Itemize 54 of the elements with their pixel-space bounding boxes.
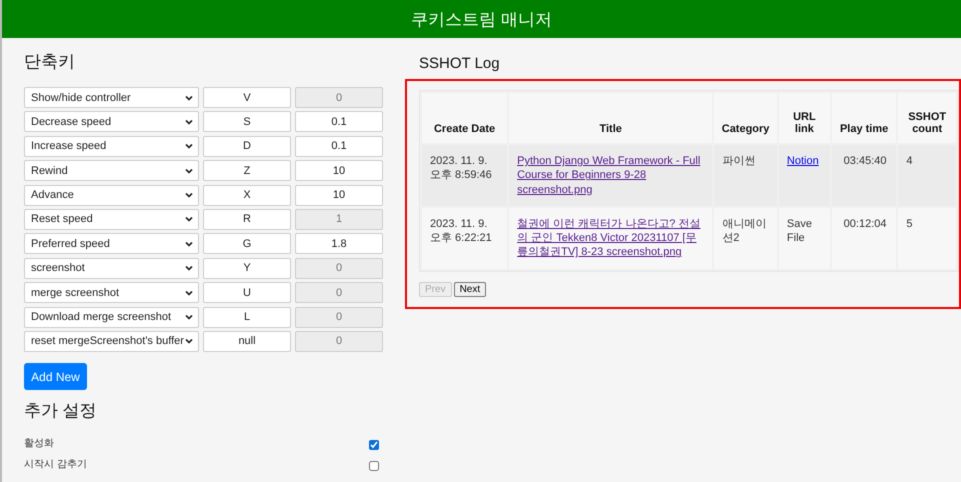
section-title: 추가 설정 — [24, 400, 98, 422]
setting-checkbox[interactable] — [369, 460, 379, 471]
app-title: 쿠키스트림 매니저 — [411, 8, 552, 30]
chevron-icon — [185, 314, 193, 320]
table-cell: Save File — [778, 208, 830, 269]
next-button[interactable]: Next — [454, 282, 486, 297]
table-cell: 애니메이션2 — [714, 208, 777, 269]
chevron-icon — [185, 265, 193, 272]
key-field[interactable]: X — [203, 184, 291, 206]
action-dropdown[interactable]: Increase speed — [24, 136, 199, 157]
column-header: SSHOT count — [898, 93, 956, 143]
key-field[interactable]: Z — [203, 160, 291, 182]
table-cell: 03:45:40 — [832, 145, 896, 206]
action-dropdown[interactable]: Decrease speed — [24, 111, 199, 132]
column-header: Title — [509, 93, 712, 143]
chevron-icon — [185, 192, 193, 198]
table-cell: 5 — [898, 208, 956, 269]
key-field[interactable]: D — [203, 136, 291, 157]
chevron-icon — [185, 94, 193, 100]
value-field[interactable]: 10 — [295, 160, 383, 182]
value-field[interactable]: 10 — [295, 184, 383, 206]
chevron-icon — [185, 143, 193, 150]
chevron-icon — [185, 216, 193, 222]
value-field[interactable]: 0.1 — [295, 136, 383, 157]
chevron-icon — [185, 240, 193, 247]
value-field[interactable]: 1.8 — [295, 233, 383, 254]
column-header: URL link — [778, 93, 830, 143]
chevron-icon — [185, 290, 193, 296]
action-dropdown[interactable]: Preferred speed — [24, 233, 199, 254]
table-cell: 2023. 11. 9. 오후 6:22:21 — [422, 208, 508, 269]
table-cell: 00:12:04 — [832, 208, 896, 269]
url-link[interactable]: Notion — [786, 155, 819, 167]
key-field[interactable]: S — [203, 111, 291, 132]
section-title: 단축키 — [24, 51, 76, 73]
setting-checkbox[interactable] — [369, 440, 379, 450]
section-title: SSHOT Log — [419, 55, 501, 72]
table-cell: 파이썬 — [714, 145, 777, 206]
setting-label: 활성화 — [24, 436, 54, 450]
action-dropdown[interactable]: Rewind — [24, 160, 199, 182]
column-header: Create Date — [422, 93, 508, 143]
action-dropdown[interactable]: Advance — [24, 184, 199, 206]
chevron-icon — [185, 168, 193, 174]
value-field[interactable]: 0.1 — [295, 111, 383, 132]
table-cell: 2023. 11. 9. 오후 8:59:46 — [422, 145, 508, 206]
key-field[interactable]: G — [203, 233, 291, 254]
chevron-icon — [185, 338, 193, 344]
table-row[interactable]: 2023. 11. 9. 오후 6:22:21 철권에 이런 캐릭터가 나온다고? 전설의 군인 Tekken8 Victor 20231107 [무릎의철권TV] 8-23 screenshot.png 애니메이션2 Save File 00:12:04 5 — [422, 208, 956, 269]
chevron-icon — [185, 118, 193, 125]
table-row[interactable]: 2023. 11. 9. 오후 8:59:46 Python Django Web Framework - Full Course for Beginners 9-28 screenshot.png 파이썬 Notion 03:45:40 4 — [422, 145, 956, 206]
add-new-button[interactable]: Add New — [24, 363, 87, 390]
table-cell: 4 — [898, 145, 956, 206]
column-header: Category — [714, 93, 777, 143]
setting-label: 시작시 감추기 — [24, 458, 87, 471]
column-header: Play time — [832, 93, 896, 143]
